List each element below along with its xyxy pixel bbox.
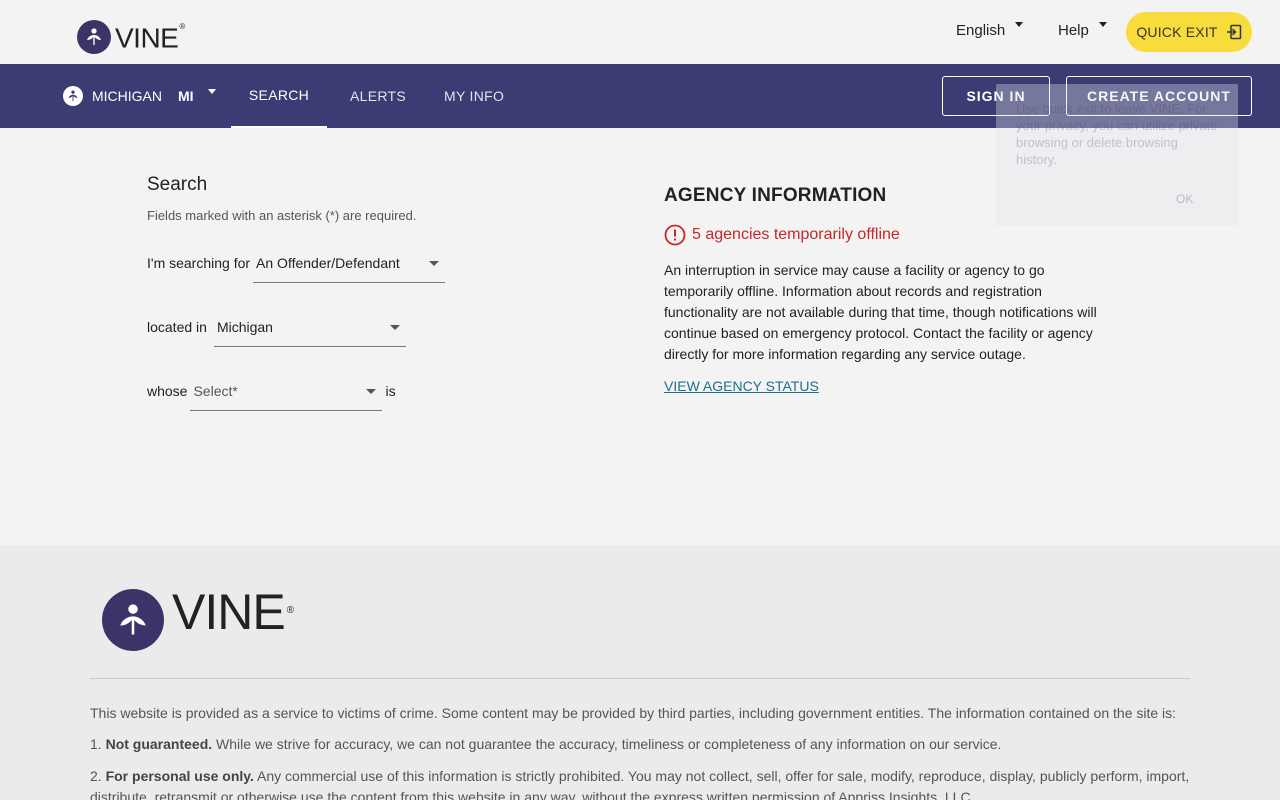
tab-my-info[interactable]: MY INFO <box>444 64 504 128</box>
agency-warning-text: 5 agencies temporarily offline <box>692 226 900 243</box>
tab-search-label: SEARCH <box>248 87 310 103</box>
vine-logo-icon <box>102 588 164 651</box>
tab-alerts[interactable]: ALERTS <box>350 64 406 128</box>
chevron-down-icon <box>1015 22 1024 27</box>
quick-exit-tooltip: Use quick exit to leave VINE. For your p… <box>996 84 1238 226</box>
help-dropdown[interactable]: Help <box>1058 22 1107 39</box>
footer-logo-text: VINE ® <box>172 584 294 640</box>
search-row-type: I'm searching for An Offender/Defendant <box>147 243 446 283</box>
footer: VINE ® This website is provided as a serv… <box>0 545 1280 800</box>
chevron-down-icon <box>1098 22 1107 27</box>
state-selector[interactable]: MICHIGAN MI <box>63 86 216 106</box>
tab-my-info-label: MY INFO <box>444 88 505 104</box>
tab-alerts-label: ALERTS <box>350 88 407 104</box>
tooltip-text: Use quick exit to leave VINE. For your p… <box>1016 101 1218 167</box>
agency-description: An interruption in service may cause a f… <box>664 262 1097 362</box>
search-row-criteria: whose Select* is <box>147 371 396 411</box>
tab-search[interactable]: SEARCH <box>231 64 327 128</box>
footer-item-2: 2. For personal use only. Any commercial… <box>90 766 1190 800</box>
is-label: is <box>385 383 396 399</box>
footer-intro: This website is provided as a service to… <box>90 705 1177 721</box>
search-title: Search <box>147 174 208 195</box>
located-in-label: located in <box>147 319 207 335</box>
vine-state-icon <box>63 86 83 106</box>
help-label: Help <box>1058 22 1089 39</box>
searching-for-select[interactable]: An Offender/Defendant <box>253 243 446 283</box>
located-in-select[interactable]: Michigan <box>213 307 406 347</box>
language-label: English <box>956 22 1006 39</box>
top-bar: VINE® English Help QUICK EXIT <box>0 0 1280 64</box>
dropdown-arrow-icon <box>429 261 440 266</box>
view-agency-status-link[interactable]: VIEW AGENCY STATUS <box>664 378 819 394</box>
footer-vine-logo: VINE ® <box>102 581 294 658</box>
alert-circle-icon <box>664 224 686 246</box>
search-row-location: located in Michigan <box>147 307 406 347</box>
state-name: MICHIGAN <box>92 88 162 104</box>
footer-item-heading: Not guaranteed. <box>105 736 213 752</box>
whose-select[interactable]: Select* <box>190 371 383 411</box>
located-in-value: Michigan <box>216 318 273 335</box>
language-dropdown[interactable]: English <box>956 22 1024 39</box>
quick-exit-label: QUICK EXIT <box>1136 24 1218 40</box>
footer-item-text: Any commercial use of this information i… <box>90 768 1190 800</box>
vine-logo-icon <box>77 19 111 54</box>
agency-info-title: AGENCY INFORMATION <box>664 185 887 206</box>
footer-item-1: 1. Not guaranteed. While we strive for a… <box>90 734 1190 755</box>
state-abbr: MI <box>178 88 194 104</box>
footer-item-text: While we strive for accuracy, we can not… <box>216 736 1002 752</box>
required-fields-note: Fields marked with an asterisk (*) are r… <box>147 208 417 223</box>
footer-item-number: 2. <box>90 768 102 784</box>
footer-item-number: 1. <box>90 736 102 752</box>
vine-logo[interactable]: VINE® <box>77 18 185 55</box>
exit-icon <box>1226 24 1241 40</box>
dropdown-arrow-icon <box>366 389 377 394</box>
searching-for-value: An Offender/Defendant <box>256 254 400 271</box>
chevron-down-icon <box>207 88 216 94</box>
searching-for-label: I'm searching for <box>147 255 251 271</box>
whose-placeholder: Select* <box>193 382 238 399</box>
footer-divider <box>90 678 1190 679</box>
whose-label: whose <box>147 383 188 399</box>
footer-item-heading: For personal use only. <box>105 768 254 784</box>
agency-offline-warning: 5 agencies temporarily offline <box>664 224 900 246</box>
dropdown-arrow-icon <box>389 325 400 330</box>
quick-exit-button[interactable]: QUICK EXIT <box>1126 12 1252 52</box>
tooltip-ok-button[interactable]: OK <box>1176 192 1193 206</box>
vine-logo-text: VINE® <box>115 22 185 54</box>
